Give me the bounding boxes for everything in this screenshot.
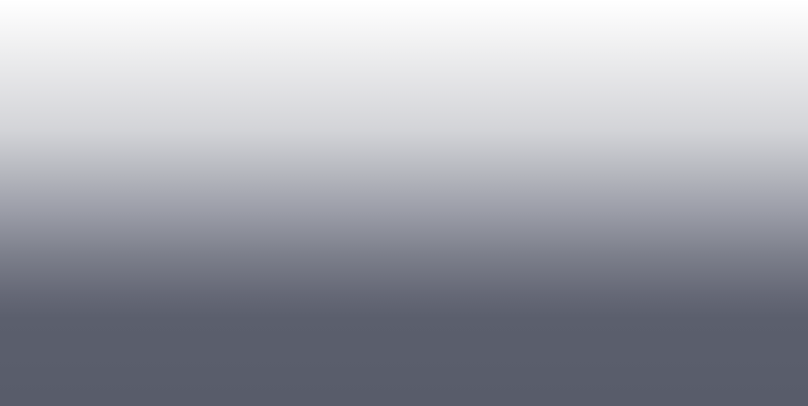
gradient-backdrop xyxy=(0,0,808,406)
